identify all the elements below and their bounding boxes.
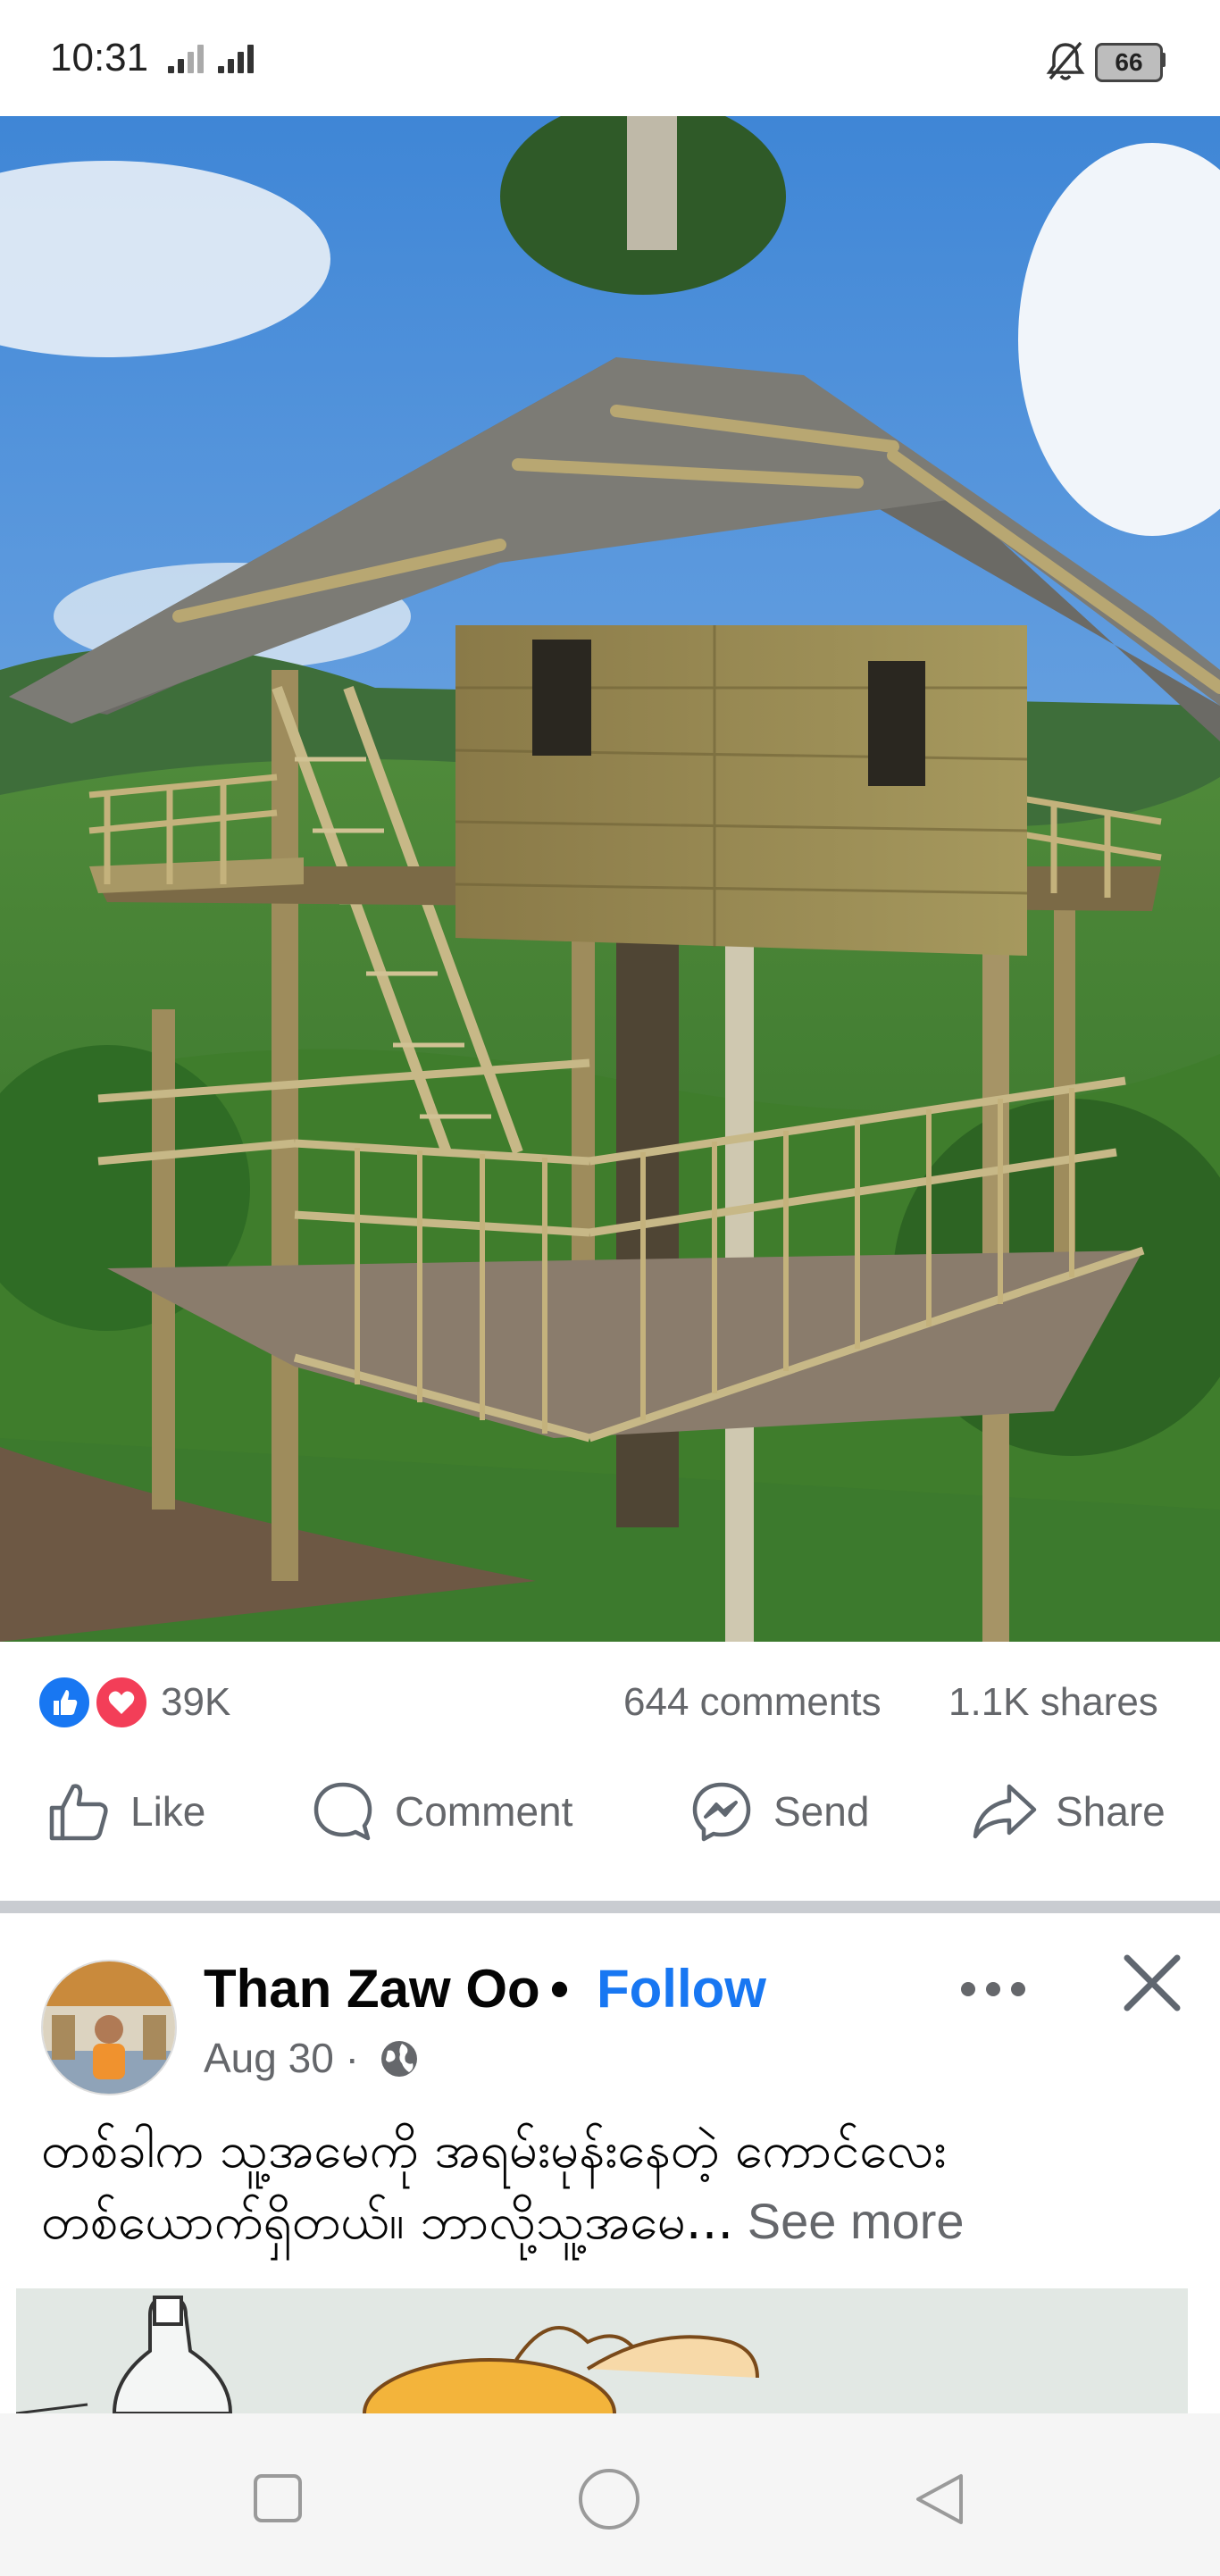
globe-icon [381, 2041, 417, 2077]
thumbs-up-icon [49, 1784, 108, 1841]
home-icon[interactable] [577, 2467, 641, 2531]
reactions-count[interactable]: 39K [161, 1680, 230, 1725]
post-text-line: တစ်ခါက သူ့အမေကို အရမ်းမုန်းနေတဲ့ ကောင်လေ… [41, 2121, 947, 2179]
recent-apps-icon[interactable] [252, 2472, 304, 2524]
shares-count[interactable]: 1.1K shares [948, 1680, 1158, 1725]
post-text-line: တစ်ယောက်ရှိတယ်။ ဘာလို့သူ့အမေ... See more [41, 2190, 965, 2263]
battery-tip [1161, 53, 1166, 67]
battery-level: 66 [1115, 48, 1143, 76]
share-icon [973, 1784, 1037, 1839]
next-post-image[interactable] [16, 2288, 1188, 2413]
messenger-icon [692, 1782, 751, 1842]
bamboo-treehouse-illustration [0, 116, 1220, 1642]
comment-button-label: Comment [395, 1788, 573, 1835]
like-button-label: Like [130, 1788, 206, 1835]
name-separator: • [550, 1959, 570, 2019]
share-button[interactable]: Share [970, 1758, 1166, 1865]
close-icon[interactable] [1120, 1951, 1184, 2015]
next-post: Than Zaw Oo • Follow Aug 30 · တစ်ခါက သူ့… [0, 1913, 1220, 2288]
love-reaction-icon [93, 1674, 150, 1731]
battery-icon: 66 [1095, 43, 1163, 82]
feed-separator [0, 1901, 1220, 1913]
see-more-link[interactable]: See more [733, 2193, 965, 2249]
comment-icon [313, 1782, 372, 1841]
system-nav-bar [0, 2413, 1220, 2576]
send-button-label: Send [773, 1788, 870, 1835]
send-button[interactable]: Send [688, 1758, 869, 1865]
author-name[interactable]: Than Zaw Oo [204, 1958, 540, 2020]
post-date[interactable]: Aug 30 · [204, 2034, 359, 2082]
post-action-bar: Like Comment Send Share [0, 1758, 1220, 1865]
signal-icon [218, 41, 257, 73]
comments-count[interactable]: 644 comments [623, 1680, 882, 1725]
comment-button[interactable]: Comment [309, 1758, 572, 1865]
follow-button[interactable]: Follow [597, 1958, 766, 2020]
post-text-fragment: တစ်ယောက်ရှိတယ်။ ဘာလို့သူ့အမေ... [41, 2193, 734, 2251]
like-button[interactable]: Like [45, 1758, 205, 1865]
status-bar: 10:31 66 [0, 0, 1220, 116]
share-button-label: Share [1056, 1788, 1166, 1835]
signal-icon [168, 41, 207, 73]
status-time: 10:31 [50, 36, 149, 79]
like-reaction-icon [36, 1674, 93, 1731]
back-icon[interactable] [911, 2471, 968, 2528]
avatar[interactable] [41, 1960, 177, 2095]
more-options-icon[interactable] [956, 1976, 1031, 2003]
reactions-summary[interactable]: 39K 644 comments 1.1K shares [0, 1642, 1220, 1758]
next-post-illustration [16, 2288, 1188, 2413]
post-image[interactable] [0, 116, 1220, 1642]
mute-bell-icon [1046, 41, 1085, 80]
